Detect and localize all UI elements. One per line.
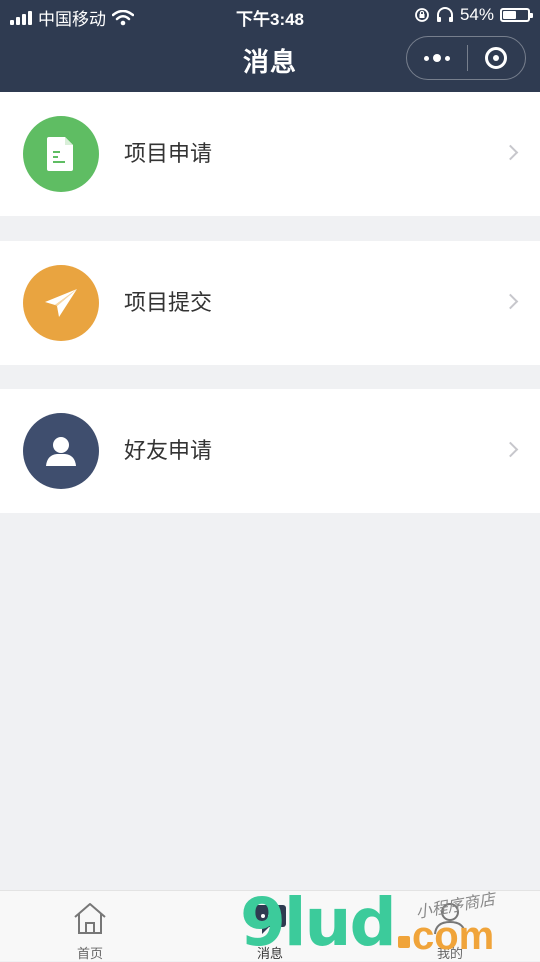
watermark-logo: 9lud com 小程序商店 — [240, 890, 540, 960]
user-icon — [23, 413, 99, 489]
chevron-right-icon — [502, 441, 519, 458]
chevron-right-icon — [502, 144, 519, 161]
list-item-label: 好友申请 — [124, 438, 213, 463]
miniprogram-capsule — [406, 36, 526, 80]
battery-percent: 54% — [459, 5, 494, 24]
watermark-dot — [398, 936, 410, 948]
tab-label: 首页 — [76, 946, 103, 961]
headphones-icon — [436, 7, 453, 22]
list-item-friend-request[interactable]: 好友申请 — [0, 389, 540, 513]
status-bar: 中国移动 下午3:48 54% — [0, 0, 540, 30]
list-item-project-submit[interactable]: 项目提交 — [0, 241, 540, 365]
list-item-label: 项目申请 — [124, 141, 213, 166]
rotation-lock-icon — [415, 8, 429, 22]
battery-icon — [500, 8, 533, 22]
chevron-right-icon — [502, 293, 519, 310]
miniprogram-close-icon[interactable] — [467, 37, 525, 79]
document-icon — [23, 116, 99, 192]
list-item-project-application[interactable]: 项目申请 — [0, 92, 540, 216]
home-icon — [74, 903, 106, 934]
watermark-domain: com — [412, 914, 495, 958]
header: 中国移动 下午3:48 54% 消息 — [0, 0, 540, 92]
tab-home[interactable]: 首页 — [0, 891, 180, 961]
status-right: 54% — [414, 5, 533, 25]
list-item-label: 项目提交 — [124, 290, 213, 315]
paper-plane-icon — [23, 265, 99, 341]
watermark-brand: 9lud — [240, 884, 397, 961]
more-dots-icon[interactable] — [407, 37, 467, 79]
